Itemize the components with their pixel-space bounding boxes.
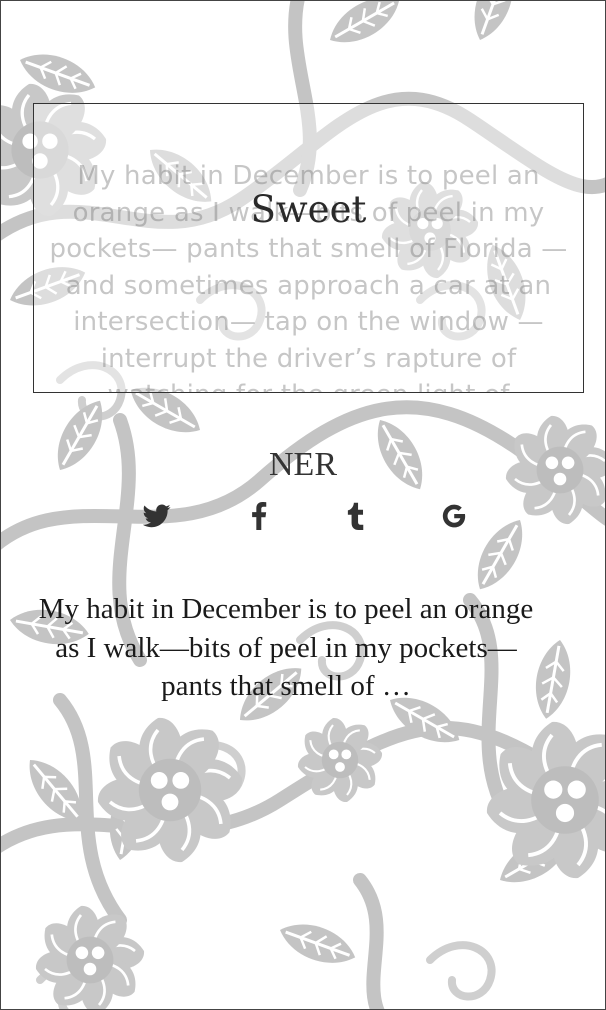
tumblr-icon (347, 502, 364, 530)
twitter-icon (143, 504, 171, 528)
poem-card[interactable]: My habit in December is to peel an orang… (33, 103, 584, 393)
poem-excerpt: My habit in December is to peel an orang… (38, 593, 534, 702)
share-twitter-button[interactable] (139, 498, 175, 534)
share-google-button[interactable] (436, 498, 472, 534)
author-name: NER (269, 446, 337, 483)
share-facebook-button[interactable] (241, 498, 277, 534)
facebook-icon (252, 502, 267, 530)
share-tumblr-button[interactable] (337, 498, 373, 534)
poem-title[interactable]: Sweet (34, 188, 583, 232)
google-icon (442, 504, 466, 528)
